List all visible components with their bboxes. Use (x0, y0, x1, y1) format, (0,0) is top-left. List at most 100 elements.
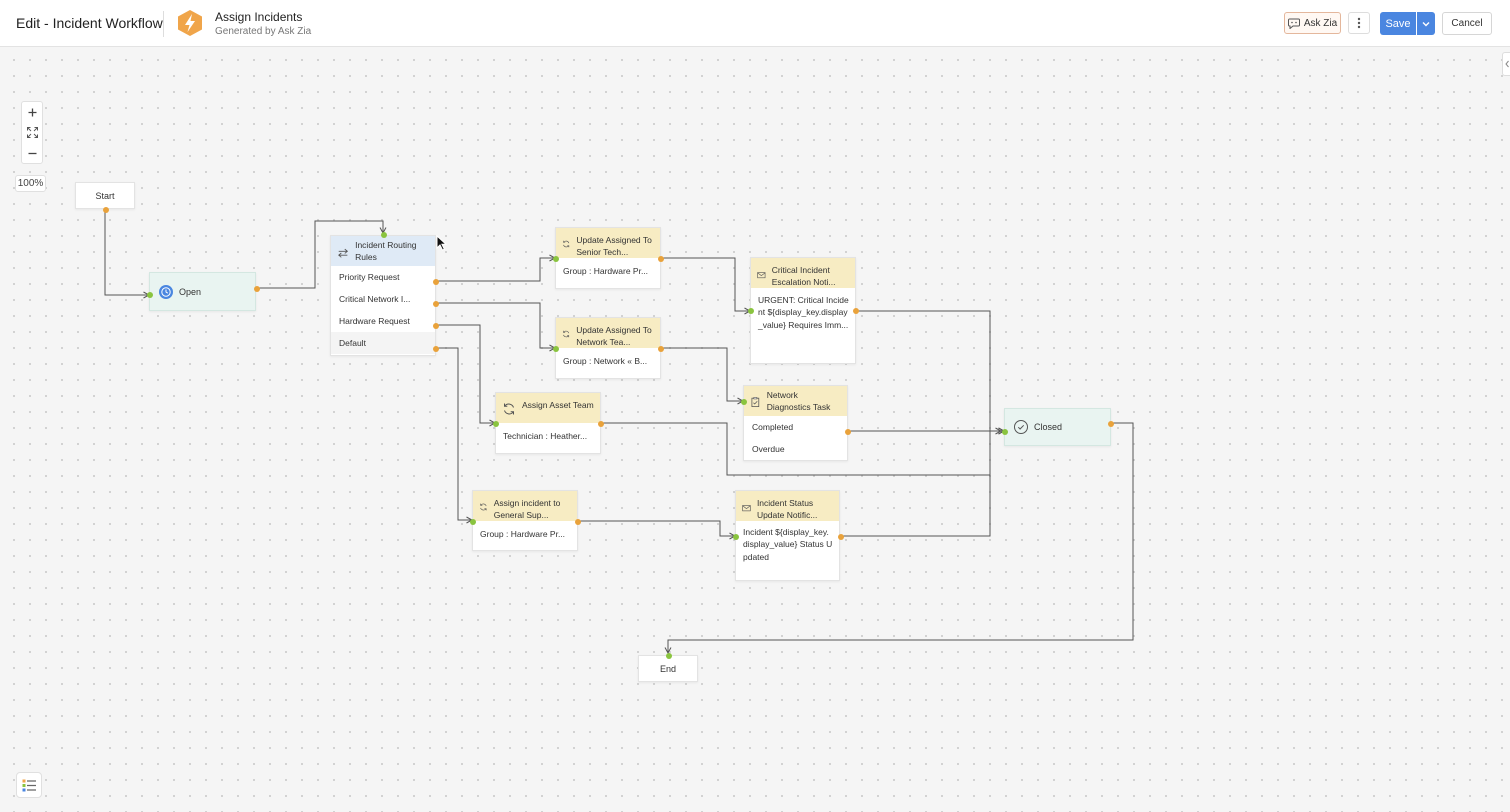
save-dropdown-button[interactable] (1417, 12, 1435, 35)
connector-default-general (436, 347, 472, 520)
refresh-icon (480, 503, 487, 511)
network-diagnostics-header: Network Diagnostics Task (744, 386, 847, 416)
legend-toggle-button[interactable] (16, 772, 42, 798)
critical-escalation-header: Critical Incident Escalation Noti... (751, 258, 855, 288)
zoom-level: 100% (15, 175, 46, 192)
diagnostics-option-completed[interactable]: Completed (744, 416, 847, 438)
asset-team-field-update-node[interactable]: Assign Asset Team Technician : Heather..… (493, 392, 604, 454)
routing-rules-header: Incident Routing Rules (331, 236, 435, 266)
diagnostics-input-port[interactable] (741, 399, 747, 405)
connector-senior-critical (661, 257, 750, 311)
routing-rule-hardware[interactable]: Hardware Request (331, 310, 435, 332)
zoom-in-button[interactable] (22, 102, 42, 122)
asset-team-title: Assign Asset Team (522, 400, 594, 410)
connector-hardware-asset (436, 324, 495, 423)
status-update-title: Incident Status Update Notific... (756, 498, 818, 520)
routing-rules-node[interactable]: Incident Routing Rules Priority Request … (330, 232, 439, 356)
senior-tech-header: Update Assigned To Senior Tech... (556, 228, 660, 258)
routing-rule-label: Default (339, 338, 366, 348)
ask-zia-label: Ask Zia (1303, 17, 1338, 29)
network-team-body: Group : Network « B... (563, 356, 648, 366)
status-update-header: Incident Status Update Notific... (736, 491, 839, 521)
network-team-header: Update Assigned To Network Tea... (556, 318, 660, 348)
network-team-output-port[interactable] (658, 346, 664, 352)
top-bar: Edit - Incident Workflow Assign Incident… (0, 0, 1510, 47)
asset-team-input-port[interactable] (493, 421, 499, 427)
refresh-icon (504, 403, 514, 415)
network-team-field-update-node[interactable]: Update Assigned To Network Tea... Group … (553, 317, 664, 379)
status-update-notification-node[interactable]: Incident Status Update Notific... Incide… (733, 490, 844, 581)
asset-team-output-port[interactable] (598, 421, 604, 427)
email-icon (742, 505, 751, 512)
open-input-port[interactable] (147, 292, 153, 298)
closed-output-port[interactable] (1108, 421, 1114, 427)
chevron-down-icon (1422, 21, 1430, 26)
routing-rule-label: Hardware Request (339, 316, 410, 326)
senior-tech-field-update-node[interactable]: Update Assigned To Senior Tech... Group … (553, 227, 664, 289)
status-update-output-port[interactable] (838, 534, 844, 540)
save-button[interactable]: Save (1380, 12, 1416, 35)
routing-arrows-icon (338, 248, 349, 258)
cancel-button[interactable]: Cancel (1442, 12, 1492, 35)
network-diagnostics-title: Network Diagnostics Task (766, 390, 831, 412)
routing-rule-default[interactable]: Default (331, 332, 435, 354)
connector-start-open (104, 209, 149, 295)
general-support-field-update-node[interactable]: Assign incident to General Sup... Group … (470, 490, 581, 551)
routing-output-port-hardware[interactable] (433, 323, 439, 329)
status-update-input-port[interactable] (733, 534, 739, 540)
senior-tech-title: Update Assigned To Senior Tech... (576, 235, 652, 257)
diagnostics-option-label: Overdue (752, 444, 785, 454)
state-clock-icon (159, 284, 173, 299)
critical-escalation-output-port[interactable] (853, 308, 859, 314)
minus-icon (28, 152, 36, 154)
general-support-title: Assign incident to General Sup... (493, 498, 561, 520)
connector-priority-senior (436, 258, 555, 282)
general-support-input-port[interactable] (470, 519, 476, 525)
senior-tech-input-port[interactable] (553, 256, 559, 262)
routing-rule-label: Critical Network I... (339, 294, 411, 304)
open-state-node[interactable]: Open (147, 272, 260, 311)
plus-icon (28, 108, 36, 116)
closed-input-port[interactable] (1002, 429, 1008, 435)
check-circle-icon (1014, 420, 1028, 434)
routing-output-port-priority[interactable] (433, 279, 439, 285)
more-options-button[interactable] (1348, 12, 1370, 34)
open-output-port[interactable] (254, 286, 260, 292)
end-node-label: End (659, 663, 676, 674)
senior-tech-output-port[interactable] (658, 256, 664, 262)
diagnostics-option-overdue[interactable]: Overdue (744, 438, 847, 460)
routing-output-port-critical[interactable] (433, 301, 439, 307)
routing-output-port-default[interactable] (433, 346, 439, 352)
app-logo-icon (178, 10, 202, 36)
open-state-label: Open (179, 286, 202, 297)
page-title: Edit - Incident Workflow (16, 15, 163, 31)
network-team-input-port[interactable] (553, 346, 559, 352)
senior-tech-body: Group : Hardware Pr... (563, 266, 649, 276)
closed-state-node[interactable]: Closed (1002, 408, 1114, 446)
end-input-port[interactable] (666, 653, 672, 659)
routing-input-port[interactable] (381, 232, 387, 238)
routing-rule-critical-network[interactable]: Critical Network I... (331, 288, 435, 310)
end-node[interactable]: End (638, 653, 698, 682)
critical-escalation-title: Critical Incident Escalation Noti... (771, 265, 836, 287)
start-node-label: Start (95, 190, 115, 201)
critical-escalation-input-port[interactable] (748, 308, 754, 314)
routing-rule-priority[interactable]: Priority Request (331, 266, 435, 288)
critical-escalation-notification-node[interactable]: Critical Incident Escalation Noti... URG… (748, 257, 859, 364)
routing-rule-label: Priority Request (339, 272, 400, 282)
list-icon (22, 779, 36, 791)
start-output-port[interactable] (103, 207, 109, 213)
refresh-icon (563, 240, 570, 248)
zoom-out-button[interactable] (22, 143, 42, 163)
diagnostics-output-port-completed[interactable] (845, 429, 851, 435)
critical-escalation-body: URGENT: Critical Incident ${display_key.… (758, 295, 849, 330)
general-support-output-port[interactable] (575, 519, 581, 525)
side-panel-toggle[interactable] (1502, 52, 1510, 76)
fit-to-screen-button[interactable] (22, 122, 42, 142)
ask-zia-button[interactable]: Ask Zia (1284, 12, 1341, 34)
connector-critical-closed (855, 310, 1004, 431)
status-update-body: Incident ${display_key.display_value} St… (743, 527, 833, 562)
network-diagnostics-task-node[interactable]: Network Diagnostics Task Completed Overd… (741, 385, 851, 461)
general-support-body: Group : Hardware Pr... (480, 529, 566, 539)
start-node[interactable]: Start (75, 182, 135, 213)
